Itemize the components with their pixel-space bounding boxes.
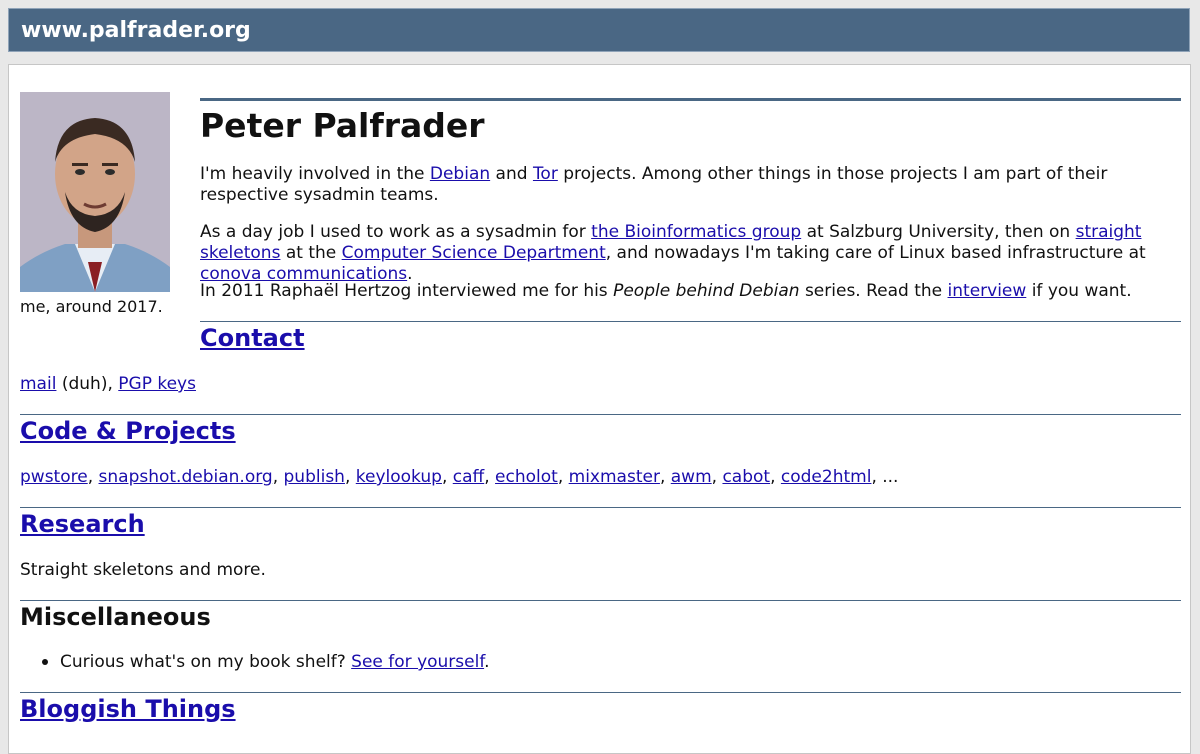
project-link-cabot[interactable]: cabot bbox=[722, 467, 770, 487]
text: at the bbox=[280, 243, 342, 263]
section-divider bbox=[20, 600, 1181, 601]
text: Curious what's on my book shelf? bbox=[60, 652, 352, 672]
blog-heading-link[interactable]: Bloggish Things bbox=[20, 695, 236, 723]
project-link-awm[interactable]: awm bbox=[671, 467, 712, 487]
project-link-pwstore[interactable]: pwstore bbox=[20, 467, 88, 487]
intro-paragraph-3: In 2011 Raphaël Hertzog interviewed me f… bbox=[200, 281, 1181, 302]
blog-heading: Bloggish Things bbox=[20, 694, 236, 724]
text: series. Read the bbox=[799, 281, 948, 301]
text: , bbox=[87, 467, 99, 487]
series-title: People behind Debian bbox=[613, 281, 800, 301]
text: , bbox=[344, 467, 356, 487]
section-divider bbox=[20, 507, 1181, 508]
text: , bbox=[441, 467, 453, 487]
text: , and nowadays I'm taking care of Linux … bbox=[605, 243, 1146, 263]
intro-paragraph-2: As a day job I used to work as a sysadmi… bbox=[200, 222, 1181, 285]
contact-line: mail (duh), PGP keys bbox=[20, 374, 196, 395]
projects-list: pwstore, snapshot.debian.org, publish, k… bbox=[20, 467, 898, 488]
text: , bbox=[659, 467, 671, 487]
profile-photo bbox=[20, 92, 170, 292]
text: and bbox=[490, 164, 533, 184]
intro-paragraph-1: I'm heavily involved in the Debian and T… bbox=[200, 164, 1181, 206]
misc-list-item: Curious what's on my book shelf? See for… bbox=[60, 652, 489, 673]
research-heading: Research bbox=[20, 509, 145, 539]
site-banner: www.palfrader.org bbox=[8, 8, 1190, 52]
code-projects-heading: Code & Projects bbox=[20, 416, 236, 446]
project-link-mixmaster[interactable]: mixmaster bbox=[569, 467, 660, 487]
text: I'm heavily involved in the bbox=[200, 164, 430, 184]
photo-caption: me, around 2017. bbox=[20, 297, 163, 316]
research-heading-link[interactable]: Research bbox=[20, 510, 145, 538]
contact-heading-link[interactable]: Contact bbox=[200, 324, 305, 352]
interview-link[interactable]: interview bbox=[948, 281, 1027, 301]
text: (duh), bbox=[56, 374, 119, 394]
section-divider bbox=[20, 414, 1181, 415]
project-link-echolot[interactable]: echolot bbox=[495, 467, 558, 487]
text: , bbox=[711, 467, 723, 487]
section-divider bbox=[20, 692, 1181, 693]
text: , ... bbox=[871, 467, 899, 487]
bullet-point bbox=[42, 659, 48, 665]
bioinformatics-link[interactable]: the Bioinformatics group bbox=[591, 222, 801, 242]
text: As a day job I used to work as a sysadmi… bbox=[200, 222, 592, 242]
project-link-snapshot[interactable]: snapshot.debian.org bbox=[99, 467, 273, 487]
project-link-caff[interactable]: caff bbox=[453, 467, 484, 487]
project-link-publish[interactable]: publish bbox=[284, 467, 345, 487]
text: at Salzburg University, then on bbox=[801, 222, 1076, 242]
project-link-code2html[interactable]: code2html bbox=[781, 467, 872, 487]
tor-link[interactable]: Tor bbox=[533, 164, 558, 184]
text: In 2011 Raphaël Hertzog interviewed me f… bbox=[200, 281, 614, 301]
pgp-keys-link[interactable]: PGP keys bbox=[118, 374, 196, 394]
mail-link[interactable]: mail bbox=[20, 374, 56, 394]
contact-heading: Contact bbox=[200, 323, 305, 353]
text: . bbox=[484, 652, 490, 672]
heading-rule bbox=[200, 98, 1181, 101]
text: , bbox=[484, 467, 496, 487]
text: , bbox=[770, 467, 781, 487]
page-title: Peter Palfrader bbox=[200, 106, 485, 145]
project-link-keylookup[interactable]: keylookup bbox=[356, 467, 442, 487]
misc-heading: Miscellaneous bbox=[20, 603, 211, 631]
text: if you want. bbox=[1026, 281, 1132, 301]
research-text: Straight skeletons and more. bbox=[20, 560, 266, 580]
cs-department-link[interactable]: Computer Science Department bbox=[342, 243, 606, 263]
bookshelf-link[interactable]: See for yourself bbox=[351, 652, 484, 672]
text: , bbox=[557, 467, 569, 487]
page-content: me, around 2017. Peter Palfrader I'm hea… bbox=[8, 64, 1191, 754]
section-divider bbox=[200, 321, 1181, 322]
site-title: www.palfrader.org bbox=[21, 18, 251, 43]
debian-link[interactable]: Debian bbox=[430, 164, 490, 184]
code-projects-heading-link[interactable]: Code & Projects bbox=[20, 417, 236, 445]
text: , bbox=[272, 467, 284, 487]
